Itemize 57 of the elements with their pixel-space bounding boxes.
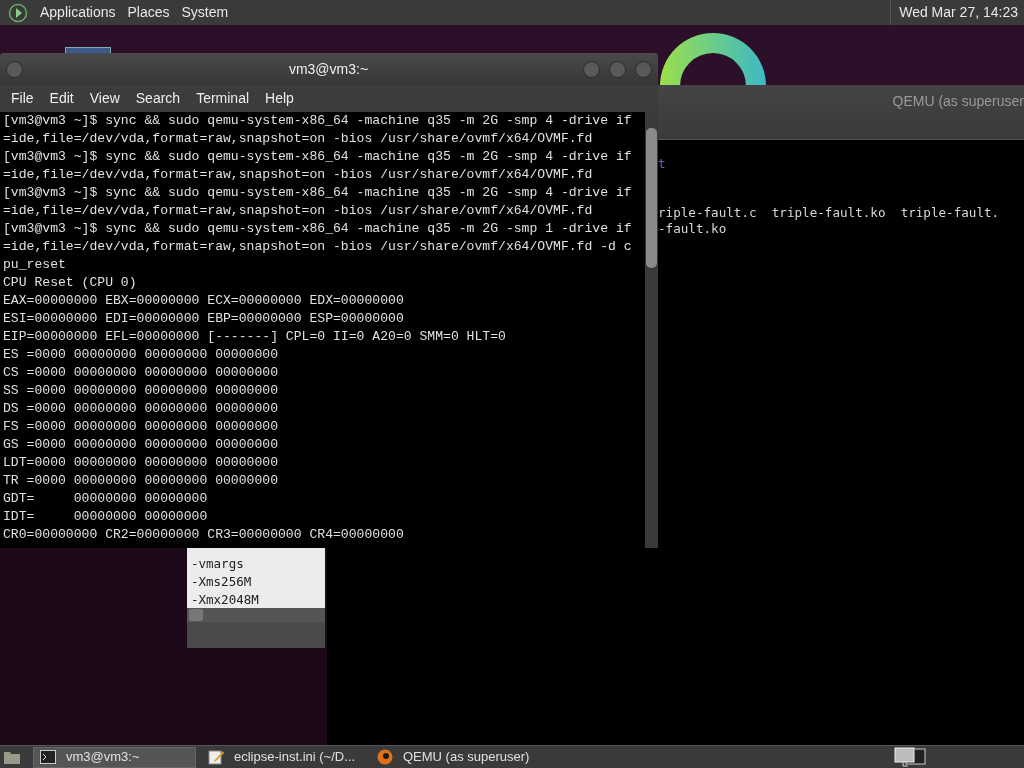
panel-menu[interactable]: Places — [121, 2, 176, 23]
clock[interactable]: Wed Mar 27, 14:23 — [890, 0, 1024, 25]
menu-item[interactable]: Terminal — [188, 88, 258, 109]
console-line: riple-fault.c triple-fault.ko triple-fault. — [658, 205, 1000, 221]
terminal-line: CPU Reset (CPU 0) — [3, 274, 137, 292]
terminal-line: GDT= 00000000 00000000 — [3, 490, 208, 508]
logo-icon[interactable] — [8, 2, 28, 23]
vertical-scrollbar[interactable] — [645, 112, 658, 548]
terminal-line: LDT=0000 00000000 00000000 00000000 — [3, 454, 278, 472]
taskbar-button[interactable]: QEMU (as superuser) — [371, 746, 534, 768]
terminal-line: FS =0000 00000000 00000000 00000000 — [3, 418, 278, 436]
terminal-icon — [40, 750, 56, 764]
menu-item[interactable]: File — [3, 88, 42, 109]
window-title: QEMU (as superuser — [892, 92, 1024, 111]
terminal-line: CS =0000 00000000 00000000 00000000 — [3, 364, 278, 382]
menu-item[interactable]: View — [81, 88, 128, 109]
panel-menu[interactable]: Applications — [34, 2, 122, 23]
console-line: t — [658, 156, 666, 172]
panel-menu[interactable]: System — [175, 2, 235, 23]
terminal-line: [vm3@vm3 ~]$ sync && sudo qemu-system-x86_64 -machine q35 -m 2G -smp 4 -drive if — [3, 112, 632, 130]
window-menu-button[interactable] — [6, 60, 23, 78]
terminal-line: ES =0000 00000000 00000000 00000000 — [3, 346, 278, 364]
menu-item[interactable]: Edit — [41, 88, 82, 109]
text-line: -vmargs — [191, 555, 244, 573]
terminal-line: =ide,file=/dev/vda,format=raw,snapshot=on -bios /usr/share/ovmf/x64/OVMF.fd — [3, 202, 593, 220]
terminal-line: [vm3@vm3 ~]$ sync && sudo qemu-system-x86_64 -machine q35 -m 2G -smp 1 -drive if — [3, 220, 632, 238]
terminal-line: GS =0000 00000000 00000000 00000000 — [3, 436, 278, 454]
monitor-icon[interactable] — [894, 747, 926, 767]
close-button[interactable] — [635, 60, 652, 78]
menu-item[interactable]: Search — [127, 88, 189, 109]
terminal-line: [vm3@vm3 ~]$ sync && sudo qemu-system-x86_64 -machine q35 -m 2G -smp 4 -drive if — [3, 148, 632, 166]
terminal-line: EAX=00000000 EBX=00000000 ECX=00000000 EDX=00000000 — [3, 292, 404, 310]
horizontal-scrollbar[interactable] — [187, 608, 325, 622]
terminal-line: pu_reset — [3, 256, 66, 274]
text-line: -Xmx2048M — [191, 591, 259, 608]
pencil-icon — [208, 749, 224, 765]
terminal-line: CR0=00000000 CR2=00000000 CR3=00000000 CR4=00000000 — [3, 526, 404, 544]
taskbar-button[interactable]: vm3@vm3:~ — [33, 746, 196, 768]
terminal-line: DS =0000 00000000 00000000 00000000 — [3, 400, 278, 418]
terminal-line: =ide,file=/dev/vda,format=raw,snapshot=on -bios /usr/share/ovmf/x64/OVMF.fd -d c — [3, 238, 632, 256]
folder-icon[interactable] — [3, 749, 21, 765]
text-line: -Xms256M — [191, 573, 252, 591]
terminal-line: =ide,file=/dev/vda,format=raw,snapshot=on -bios /usr/share/ovmf/x64/OVMF.fd — [3, 166, 593, 184]
window-title: vm3@vm3:~ — [287, 59, 370, 79]
maximize-button[interactable] — [609, 60, 626, 78]
terminal-line: =ide,file=/dev/vda,format=raw,snapshot=on -bios /usr/share/ovmf/x64/OVMF.fd — [3, 130, 593, 148]
terminal-line: IDT= 00000000 00000000 — [3, 508, 208, 526]
menu-item[interactable]: Help — [257, 88, 302, 109]
minimize-button[interactable] — [583, 60, 600, 78]
taskbar-button[interactable]: eclipse-inst.ini (~/D... — [202, 746, 365, 768]
app-logo-icon — [377, 749, 393, 765]
terminal-line: [vm3@vm3 ~]$ sync && sudo qemu-system-x86_64 -machine q35 -m 2G -smp 4 -drive if — [3, 184, 632, 202]
terminal-line: SS =0000 00000000 00000000 00000000 — [3, 382, 278, 400]
terminal-line: TR =0000 00000000 00000000 00000000 — [3, 472, 278, 490]
terminal-line: ESI=00000000 EDI=00000000 EBP=00000000 ESP=00000000 — [3, 310, 404, 328]
console-line: -fault.ko — [658, 221, 727, 237]
terminal-line: EIP=00000000 EFL=00000000 [-------] CPL=0 II=0 A20=0 SMM=0 HLT=0 — [3, 328, 506, 346]
